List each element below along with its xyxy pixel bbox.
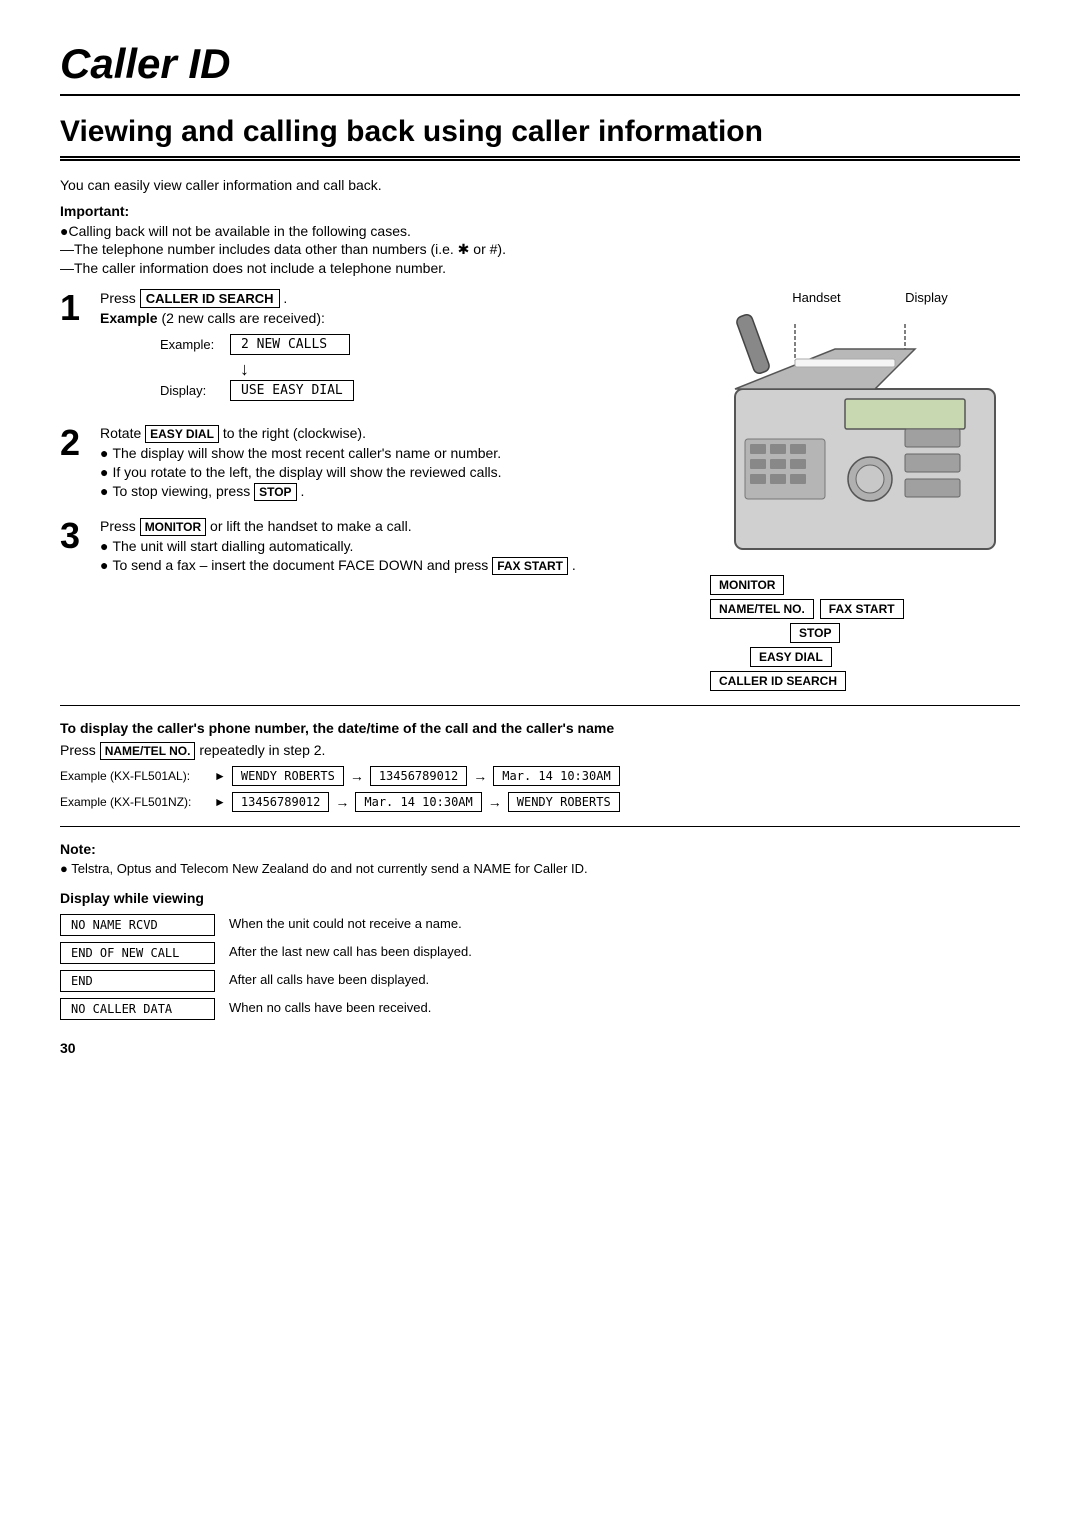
display-item-end-new: END OF NEW CALL After the last new call … [60,942,1020,964]
monitor-btn-row: MONITOR [710,575,784,595]
display-item-box-1: NO NAME RCVD [60,914,215,936]
arrow-4: → [488,794,502,810]
arrow-2: → [473,768,487,784]
fax-start-kbd: FAX START [492,557,568,575]
arrow-down: ↓ [240,359,680,380]
easy-dial-kbd: EASY DIAL [145,425,219,443]
step-3-bullet-1: The unit will start dialling automatical… [100,538,680,554]
step-3-intro: Press MONITOR or lift the handset to mak… [100,518,680,534]
display-row-1: Example: 2 NEW CALLS [160,334,680,355]
fax-machine-illustration [700,309,1020,569]
caller-id-search-row: CALLER ID SEARCH [710,671,846,691]
stop-row: STOP [710,623,840,643]
step-2-intro: Rotate EASY DIAL to the right (clockwise… [100,425,680,441]
display-item-no-caller: NO CALLER DATA When no calls have been r… [60,998,1020,1020]
right-col: Handset Display [700,290,1020,691]
step-2-bullet-2: If you rotate to the left, the display w… [100,464,680,480]
display-table: Example: 2 NEW CALLS ↓ Display: USE EASY… [160,334,680,401]
step-2-number: 2 [60,425,90,502]
name-tel-faxstart-row: NAME/TEL NO. FAX START [710,599,904,619]
stop-kbd-2: STOP [254,483,296,501]
example-al-field1: WENDY ROBERTS [232,766,344,786]
important-block: Important: ●Calling back will not be ava… [60,203,1020,276]
to-display-title: To display the caller's phone number, th… [60,720,1020,736]
monitor-kbd: MONITOR [140,518,206,536]
display-label-2: Display: [160,383,230,398]
example-al-field3: Mar. 14 10:30AM [493,766,619,786]
example-nz-row: Example (KX-FL501NZ): ► 13456789012 → Ma… [60,792,1020,812]
important-p2: —The telephone number includes data othe… [60,241,1020,258]
display-item-end: END After all calls have been displayed. [60,970,1020,992]
diagram-area: Handset Display [700,290,1020,691]
display-viewing-title: Display while viewing [60,890,1020,906]
note-section: Note: ● Telstra, Optus and Telecom New Z… [60,841,1020,876]
important-label: Important: [60,203,1020,219]
display-item-desc-4: When no calls have been received. [229,998,431,1015]
main-content: 1 Press CALLER ID SEARCH . Example (2 ne… [60,290,1020,691]
step-2-bullets: The display will show the most recent ca… [100,445,680,499]
display-item-box-3: END [60,970,215,992]
display-item-desc-1: When the unit could not receive a name. [229,914,462,931]
note-label: Note: [60,841,1020,857]
name-tel-btn-label: NAME/TEL NO. [710,599,814,619]
step-1-content: Press CALLER ID SEARCH . Example (2 new … [100,290,680,409]
fax-svg [715,309,1005,569]
step-1-row: 1 Press CALLER ID SEARCH . Example (2 ne… [60,290,680,409]
to-display-section: To display the caller's phone number, th… [60,720,1020,812]
step-2-bullet-1: The display will show the most recent ca… [100,445,680,461]
step-2-row: 2 Rotate EASY DIAL to the right (clockwi… [60,425,680,502]
example-nz-field3: WENDY ROBERTS [508,792,620,812]
display-item-desc-3: After all calls have been displayed. [229,970,429,987]
easy-dial-row: EASY DIAL [710,647,832,667]
example-al-row: Example (KX-FL501AL): ► WENDY ROBERTS → … [60,766,1020,786]
press-line: Press NAME/TEL NO. repeatedly in step 2. [60,742,1020,758]
display-item-box-4: NO CALLER DATA [60,998,215,1020]
fax-start-btn-label: FAX START [820,599,904,619]
display-item-desc-2: After the last new call has been display… [229,942,472,959]
display-row-2: Display: USE EASY DIAL [160,380,680,401]
display-label-diagram: Display [905,290,948,305]
note-text: ● Telstra, Optus and Telecom New Zealand… [60,861,1020,876]
section-title: Viewing and calling back using caller in… [60,114,1020,161]
caller-id-search-btn-label: CALLER ID SEARCH [710,671,846,691]
example-value-1: 2 NEW CALLS [230,334,350,355]
example-nz-field2: Mar. 14 10:30AM [355,792,481,812]
arrow-1: → [350,768,364,784]
intro-text: You can easily view caller information a… [60,177,1020,193]
stop-btn-label: STOP [790,623,840,643]
divider [60,705,1020,706]
name-tel-kbd: NAME/TEL NO. [100,742,196,760]
easy-dial-btn-label: EASY DIAL [750,647,832,667]
step-3-bullet-2: To send a fax – insert the document FACE… [100,557,680,573]
left-col: 1 Press CALLER ID SEARCH . Example (2 ne… [60,290,680,691]
display-value-2: USE EASY DIAL [230,380,354,401]
handset-label: Handset [792,290,840,305]
important-p3: —The caller information does not include… [60,260,1020,276]
step-2-content: Rotate EASY DIAL to the right (clockwise… [100,425,680,502]
example-nz-label: Example (KX-FL501NZ): [60,795,210,809]
example-al-label: Example (KX-FL501AL): [60,769,210,783]
arrow-3: → [335,794,349,810]
divider-2 [60,826,1020,827]
display-while-viewing: Display while viewing NO NAME RCVD When … [60,890,1020,1020]
step-1-text: Press CALLER ID SEARCH . [100,290,680,306]
step-3-row: 3 Press MONITOR or lift the handset to m… [60,518,680,576]
step-1-number: 1 [60,290,90,409]
step-2-bullet-3: To stop viewing, press STOP . [100,483,680,499]
display-item-no-name: NO NAME RCVD When the unit could not rec… [60,914,1020,936]
example-label-1: Example: [160,337,230,352]
step-3-bullets: The unit will start dialling automatical… [100,538,680,573]
caller-id-search-kbd: CALLER ID SEARCH [140,289,280,308]
button-labels-area: MONITOR NAME/TEL NO. FAX START STOP EASY… [700,575,1020,691]
example-nz-field1: 13456789012 [232,792,329,812]
step-1-example-label: Example (2 new calls are received): [100,310,680,326]
page-number: 30 [60,1040,1020,1056]
important-p1: ●Calling back will not be available in t… [60,223,1020,239]
page-title: Caller ID [60,40,1020,96]
step-3-content: Press MONITOR or lift the handset to mak… [100,518,680,576]
step-3-number: 3 [60,518,90,576]
monitor-btn-label: MONITOR [710,575,784,595]
example-al-field2: 13456789012 [370,766,467,786]
display-item-box-2: END OF NEW CALL [60,942,215,964]
